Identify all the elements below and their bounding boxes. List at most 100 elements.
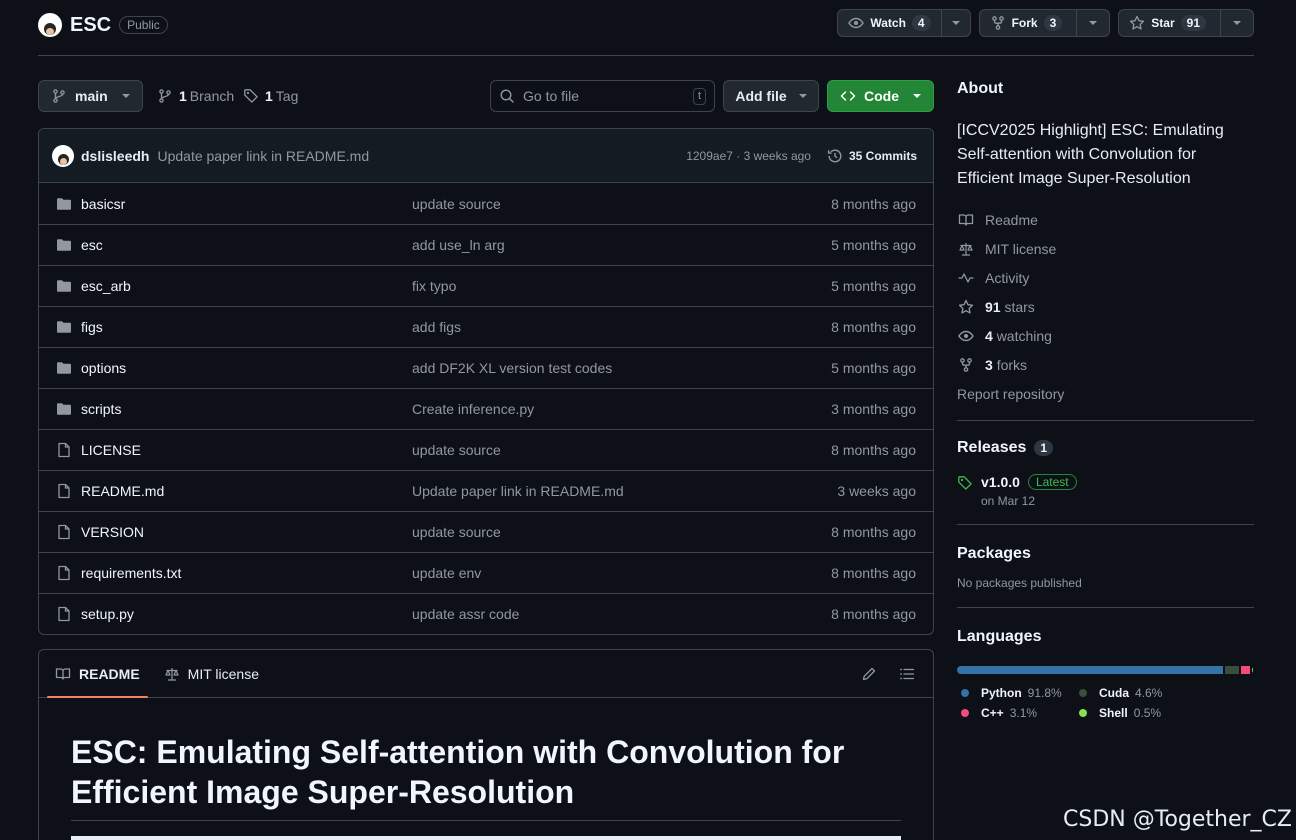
go-to-file-input[interactable]: Go to file t (490, 80, 715, 112)
readme-title: ESC: Emulating Self-attention with Convo… (71, 734, 845, 810)
file-row[interactable]: README.md Update paper link in README.md 3… (39, 470, 933, 511)
file-row[interactable]: setup.py update assr code 8 months ago (39, 593, 933, 634)
tags-link[interactable]: 1 Tag (243, 80, 298, 112)
tags-count: 1 (265, 88, 273, 104)
file-commit-message[interactable]: add use_ln arg (412, 237, 831, 253)
file-name[interactable]: options (81, 360, 412, 376)
branches-link[interactable]: 1 Branch (157, 80, 234, 112)
file-commit-message[interactable]: update env (412, 565, 831, 581)
license-link[interactable]: MIT license (957, 234, 1254, 263)
file-commit-age: 5 months ago (831, 237, 916, 253)
report-repository-link[interactable]: Report repository (957, 379, 1254, 408)
file-commit-message[interactable]: update source (412, 196, 831, 212)
language-name: Cuda (1099, 686, 1129, 700)
star-button[interactable]: Star 91 (1119, 10, 1220, 36)
language-bar-segment (1240, 666, 1250, 674)
file-row[interactable]: requirements.txt update env 8 months ago (39, 552, 933, 593)
star-icon (1129, 15, 1145, 31)
file-commit-message[interactable]: fix typo (412, 278, 831, 294)
file-row[interactable]: options add DF2K XL version test codes 5 m… (39, 347, 933, 388)
file-commit-age: 8 months ago (831, 524, 916, 540)
watch-button[interactable]: Watch 4 (838, 10, 940, 36)
file-name[interactable]: setup.py (81, 606, 412, 622)
language-item[interactable]: Shell 0.5% (1075, 706, 1225, 720)
file-row[interactable]: basicsr update source 8 months ago (39, 183, 933, 224)
watch-dropdown[interactable] (940, 10, 970, 36)
file-name[interactable]: README.md (81, 483, 412, 499)
fork-button[interactable]: Fork 3 (980, 10, 1077, 36)
star-dropdown[interactable] (1220, 10, 1253, 36)
releases-header[interactable]: Releases 1 (957, 439, 1254, 457)
file-commit-message[interactable]: add figs (412, 319, 831, 335)
commit-meta[interactable]: 1209ae7 · 3 weeks ago (686, 149, 811, 163)
code-button[interactable]: Code (827, 80, 934, 112)
star-count: 91 (1180, 15, 1206, 31)
file-commit-message[interactable]: add DF2K XL version test codes (412, 360, 831, 376)
folder-icon (55, 196, 73, 212)
fork-dropdown[interactable] (1076, 10, 1109, 36)
language-item[interactable]: Python 91.8% (957, 686, 1075, 700)
file-name[interactable]: scripts (81, 401, 412, 417)
add-file-button[interactable]: Add file (723, 80, 819, 112)
file-name[interactable]: LICENSE (81, 442, 412, 458)
watch-label: Watch (870, 16, 906, 30)
file-row[interactable]: figs add figs 8 months ago (39, 306, 933, 347)
about-heading: About (957, 80, 1004, 97)
sidebar-divider (957, 524, 1254, 525)
file-commit-message[interactable]: update source (412, 442, 831, 458)
file-commit-age: 8 months ago (831, 319, 916, 335)
tab-readme[interactable]: README (47, 650, 148, 698)
file-icon (55, 524, 73, 540)
language-item[interactable]: C++ 3.1% (957, 706, 1075, 720)
language-percent: 91.8% (1027, 686, 1062, 700)
file-name[interactable]: figs (81, 319, 412, 335)
language-name: Python (981, 686, 1022, 700)
stars-link[interactable]: 91 stars (957, 292, 1254, 321)
file-row[interactable]: LICENSE update source 8 months ago (39, 429, 933, 470)
forks-link[interactable]: 3 forks (957, 350, 1254, 379)
repo-name[interactable]: ESC (70, 14, 111, 37)
sidebar-divider (957, 607, 1254, 608)
chevron-down-icon (122, 94, 130, 98)
folder-icon (55, 237, 73, 253)
avatar[interactable] (52, 144, 74, 167)
commit-author[interactable]: dslisleedh (81, 148, 149, 164)
file-commit-message[interactable]: update assr code (412, 606, 831, 622)
readme-link[interactable]: Readme (957, 205, 1254, 234)
file-icon (55, 606, 73, 622)
watch-button-group: Watch 4 (837, 9, 971, 37)
file-name[interactable]: basicsr (81, 196, 412, 212)
file-commit-age: 3 months ago (831, 401, 916, 417)
outline-list-icon[interactable] (899, 666, 915, 682)
visibility-badge: Public (119, 16, 168, 34)
file-row[interactable]: scripts Create inference.py 3 months ago (39, 388, 933, 429)
tab-license[interactable]: MIT license (156, 650, 267, 697)
commits-link[interactable]: 35 Commits (827, 148, 917, 164)
file-icon (55, 483, 73, 499)
file-name[interactable]: esc_arb (81, 278, 412, 294)
file-commit-message[interactable]: Update paper link in README.md (412, 483, 837, 499)
tag-icon (243, 88, 259, 104)
file-row[interactable]: esc add use_ln arg 5 months ago (39, 224, 933, 265)
file-name[interactable]: requirements.txt (81, 565, 412, 581)
owner-avatar[interactable] (38, 13, 62, 37)
file-row[interactable]: esc_arb fix typo 5 months ago (39, 265, 933, 306)
pencil-icon[interactable] (861, 666, 877, 682)
commit-message[interactable]: Update paper link in README.md (157, 148, 369, 164)
tab-license-label: MIT license (187, 665, 259, 682)
readme-link-label: Readme (985, 211, 1038, 228)
file-name[interactable]: esc (81, 237, 412, 253)
file-name[interactable]: VERSION (81, 524, 412, 540)
language-bar-segment (1225, 666, 1239, 674)
file-commit-message[interactable]: Create inference.py (412, 401, 831, 417)
file-row[interactable]: VERSION update source 8 months ago (39, 511, 933, 552)
watching-link[interactable]: 4 watching (957, 321, 1254, 350)
file-commit-message[interactable]: update source (412, 524, 831, 540)
packages-heading[interactable]: Packages (957, 545, 1254, 563)
branches-count: 1 (179, 88, 187, 104)
repo-header: ESC Public (38, 10, 168, 40)
branch-selector[interactable]: main (38, 80, 143, 112)
latest-release[interactable]: v1.0.0 Latest on Mar 12 (957, 474, 1254, 508)
activity-link[interactable]: Activity (957, 263, 1254, 292)
language-item[interactable]: Cuda 4.6% (1075, 686, 1225, 700)
